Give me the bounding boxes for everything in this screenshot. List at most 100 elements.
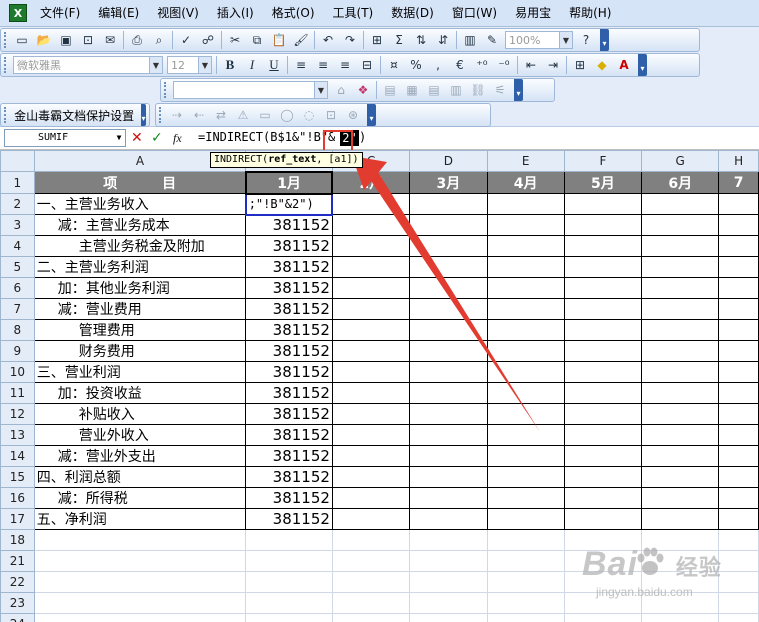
empty-cell[interactable]	[331, 193, 411, 215]
spelling-icon[interactable]: ✓	[176, 30, 196, 50]
evaluate-formula-icon[interactable]: ⊛	[343, 105, 363, 125]
chevron-down-icon[interactable]: ▼	[113, 130, 125, 146]
header-cell-item[interactable]: 项 目	[33, 171, 247, 194]
row-header[interactable]: 4	[0, 235, 35, 257]
hyperlink-icon[interactable]: ⊞	[367, 30, 387, 50]
toolbar-options-icon[interactable]: ▾	[638, 54, 647, 76]
name-box[interactable]: SUMIF ▼	[4, 129, 126, 147]
empty-cell[interactable]	[33, 529, 247, 551]
row-header[interactable]: 7	[0, 298, 35, 320]
toolbar-options-icon[interactable]: ▾	[367, 104, 376, 126]
list-icon[interactable]: ▤	[424, 80, 444, 100]
row-header[interactable]: 22	[0, 571, 35, 593]
toolbar-grip[interactable]	[4, 57, 8, 73]
row-header[interactable]: 5	[0, 256, 35, 278]
row-header[interactable]: 8	[0, 319, 35, 341]
chevron-down-icon[interactable]: ▼	[559, 32, 572, 48]
empty-cell[interactable]	[563, 319, 643, 341]
empty-cell[interactable]	[563, 193, 643, 215]
empty-cell[interactable]	[718, 466, 759, 488]
row-header[interactable]: 6	[0, 277, 35, 299]
empty-cell[interactable]	[33, 592, 247, 614]
empty-cell[interactable]	[563, 445, 643, 467]
row-header[interactable]: 3	[0, 214, 35, 236]
empty-cell[interactable]	[486, 613, 565, 622]
menu-tools[interactable]: 工具(T)	[324, 0, 383, 27]
empty-cell[interactable]	[563, 382, 643, 404]
value-cell[interactable]: 381152	[245, 466, 333, 488]
menu-easy-tools[interactable]: 易用宝	[506, 0, 560, 27]
empty-cell[interactable]	[563, 340, 643, 362]
decrease-decimal-icon[interactable]: ⁻⁰	[494, 55, 514, 75]
item-cell[interactable]: 减：营业费用	[33, 298, 247, 320]
empty-cell[interactable]	[641, 613, 720, 622]
toolbar-options-icon[interactable]: ▾	[141, 104, 146, 126]
empty-cell[interactable]	[563, 508, 643, 530]
empty-cell[interactable]	[718, 487, 759, 509]
align-center-icon[interactable]: ≡	[313, 55, 333, 75]
empty-cell[interactable]	[409, 403, 488, 425]
print-preview-icon[interactable]: ⌕	[149, 30, 169, 50]
empty-cell[interactable]	[641, 403, 720, 425]
empty-cell[interactable]	[331, 487, 411, 509]
toolbar-grip[interactable]	[4, 107, 7, 123]
row-header[interactable]: 16	[0, 487, 35, 509]
empty-cell[interactable]	[641, 277, 720, 299]
empty-cell[interactable]	[331, 340, 411, 362]
empty-cell[interactable]	[486, 277, 565, 299]
item-cell[interactable]: 财务费用	[33, 340, 247, 362]
underline-button[interactable]: U	[264, 55, 284, 75]
new-comment-icon[interactable]: ▭	[255, 105, 275, 125]
toolbar-options-icon[interactable]: ▾	[600, 29, 609, 51]
empty-cell[interactable]	[409, 340, 488, 362]
toolbar-grip[interactable]	[164, 82, 168, 98]
autosum-icon[interactable]: Σ	[389, 30, 409, 50]
open-folder-icon[interactable]: 📂	[34, 30, 54, 50]
empty-cell[interactable]	[486, 298, 565, 320]
empty-cell[interactable]	[331, 529, 411, 551]
item-cell[interactable]: 主营业务税金及附加	[33, 235, 247, 257]
empty-cell[interactable]	[486, 403, 565, 425]
empty-cell[interactable]	[563, 214, 643, 236]
style-combo[interactable]: ▼	[173, 81, 328, 99]
row-header[interactable]: 15	[0, 466, 35, 488]
empty-cell[interactable]	[409, 214, 488, 236]
empty-cell[interactable]	[563, 487, 643, 509]
empty-cell[interactable]	[486, 445, 565, 467]
empty-cell[interactable]	[486, 256, 565, 278]
formula-input-tail[interactable]: )	[359, 130, 366, 144]
highlight-icon[interactable]: ❖	[353, 80, 373, 100]
percent-button[interactable]: %	[406, 55, 426, 75]
empty-cell[interactable]	[641, 487, 720, 509]
empty-cell[interactable]	[641, 361, 720, 383]
empty-cell[interactable]	[409, 487, 488, 509]
comma-style-icon[interactable]: ,	[428, 55, 448, 75]
cancel-icon[interactable]: ✕	[131, 130, 143, 146]
value-cell[interactable]: 381152	[245, 340, 333, 362]
empty-cell[interactable]	[641, 445, 720, 467]
empty-cell[interactable]	[331, 361, 411, 383]
drawing-icon[interactable]: ✎	[482, 30, 502, 50]
euro-button[interactable]: €	[450, 55, 470, 75]
empty-cell[interactable]	[563, 466, 643, 488]
font-name-combo[interactable]: 微软雅黑 ▼	[13, 56, 163, 74]
item-cell[interactable]: 一、主营业务收入	[33, 193, 247, 215]
value-cell[interactable]: 381152	[245, 382, 333, 404]
empty-cell[interactable]	[486, 466, 565, 488]
empty-cell[interactable]	[409, 424, 488, 446]
empty-cell[interactable]	[409, 529, 488, 551]
empty-cell[interactable]	[409, 193, 488, 215]
empty-cell[interactable]	[409, 466, 488, 488]
item-cell[interactable]: 四、利润总额	[33, 466, 247, 488]
toolbar-options-icon[interactable]: ▾	[514, 79, 523, 101]
empty-cell[interactable]	[331, 256, 411, 278]
empty-cell[interactable]	[33, 613, 247, 622]
item-cell[interactable]: 减：主营业务成本	[33, 214, 247, 236]
decrease-indent-icon[interactable]: ⇤	[521, 55, 541, 75]
empty-cell[interactable]	[486, 214, 565, 236]
item-cell[interactable]: 营业外收入	[33, 424, 247, 446]
empty-cell[interactable]	[33, 571, 247, 593]
security-settings-button[interactable]: 金山毒霸文档保护设置	[10, 107, 138, 124]
value-cell[interactable]: 381152	[245, 298, 333, 320]
chevron-down-icon[interactable]: ▼	[149, 57, 162, 73]
